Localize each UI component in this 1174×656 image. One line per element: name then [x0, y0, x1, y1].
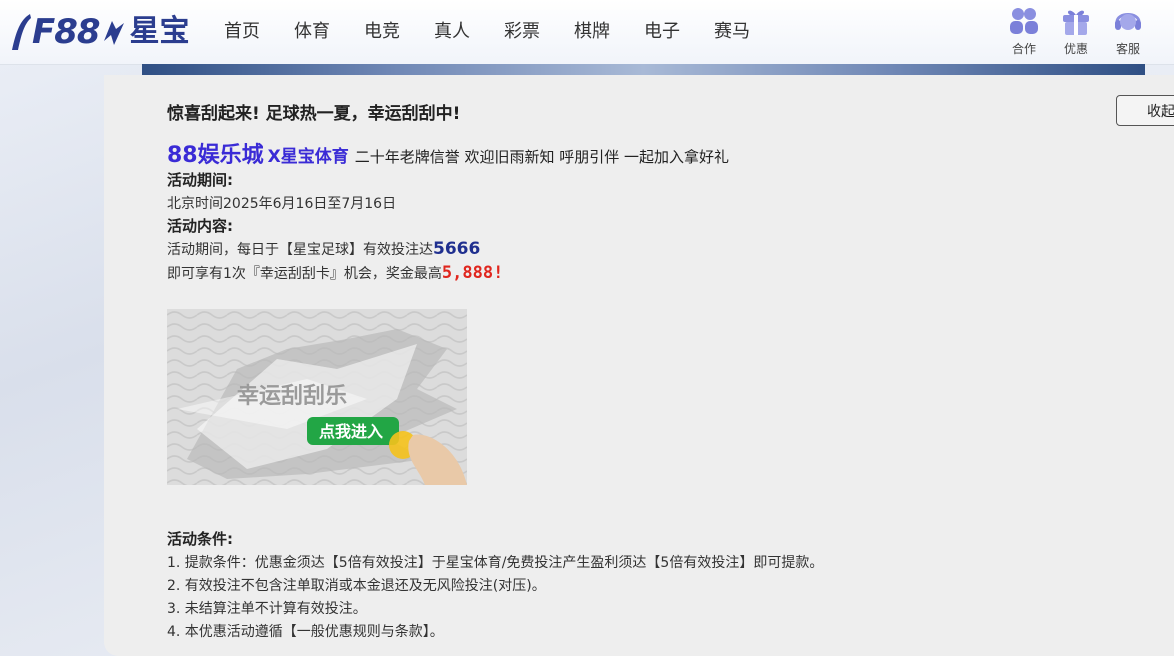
conditions-label: 活动条件: [167, 530, 233, 548]
collapse-button[interactable]: 收起 [1116, 95, 1174, 126]
promotions-button[interactable]: 优惠 [1050, 6, 1102, 57]
content-line-1: 活动期间，每日于【星宝足球】有效投注达5666 [167, 239, 480, 259]
nav-item-slots[interactable]: 电子 [644, 0, 680, 64]
condition-item-1: 1. 提款条件：优惠金须达【5倍有效投注】于星宝体育/免费投注产生盈利须达【5倍… [167, 555, 824, 571]
nav-item-sports[interactable]: 体育 [294, 0, 330, 64]
brand-tagline: 二十年老牌信誉 欢迎旧雨新知 呼朋引伴 一起加入拿好礼 [354, 148, 730, 166]
promo-title: 惊喜刮起来! 足球热一夏，幸运刮刮中! [167, 104, 461, 124]
logo-swoosh-icon [12, 14, 31, 50]
condition-item-4[interactable]: 4. 本优惠活动遵循【一般优惠规则与条款】。 [167, 621, 444, 641]
content-line-2: 即可享有1次『幸运刮刮卡』机会，奖金最高5,888! [167, 263, 503, 283]
nav-item-lottery[interactable]: 彩票 [504, 0, 540, 64]
partner-icon [1007, 6, 1041, 36]
nav-item-cards[interactable]: 棋牌 [574, 0, 610, 64]
content-line-2-text: 即可享有1次『幸运刮刮卡』机会，奖金最高 [167, 266, 442, 282]
promo-detail-panel: 惊喜刮起来! 足球热一夏，幸运刮刮中! 收起 88娱乐城 X星宝体育 二十年老牌信誉… [104, 75, 1174, 656]
max-prize-amount: 5,888! [441, 263, 504, 283]
nav-item-esports[interactable]: 电竞 [364, 0, 400, 64]
promotions-label: 优惠 [1063, 42, 1088, 56]
promo-banner-image [142, 64, 1145, 75]
card-title: 幸运刮刮乐 [237, 383, 347, 409]
customer-service-label: 客服 [1115, 42, 1140, 56]
brand-88-casino: 88娱乐城 [167, 143, 264, 168]
brand-line: 88娱乐城 X星宝体育 二十年老牌信誉 欢迎旧雨新知 呼朋引伴 一起加入拿好礼 [167, 137, 729, 169]
daily-bet-amount: 5666 [433, 239, 481, 259]
nav-item-horse-racing[interactable]: 赛马 [714, 0, 750, 64]
condition-item-3: 3. 未结算注单不计算有效投注。 [167, 601, 367, 617]
logo-star-icon [103, 21, 124, 45]
brand-xingbao-sports: X星宝体育 [267, 147, 349, 167]
gift-icon [1059, 6, 1093, 36]
period-label: 活动期间: [167, 171, 233, 189]
partner-button[interactable]: 合作 [998, 6, 1050, 57]
partner-label: 合作 [1011, 42, 1036, 56]
content-line-1-text: 活动期间，每日于【星宝足球】有效投注达 [167, 242, 433, 258]
site-logo[interactable]: F88 星宝 [10, 6, 190, 58]
logo-text: F88 [32, 12, 101, 52]
nav-item-home[interactable]: 首页 [224, 0, 260, 64]
site-header: F88 星宝 首页 体育 电竞 真人 彩票 棋牌 电子 赛马 合作 优惠 客服 [0, 0, 1174, 65]
scratch-card-banner[interactable]: 幸运刮刮乐 点我进入 [167, 309, 467, 485]
main-nav: 首页 体育 电竞 真人 彩票 棋牌 电子 赛马 [224, 0, 784, 64]
customer-service-button[interactable]: 客服 [1102, 6, 1154, 57]
logo-chinese: 星宝 [129, 14, 190, 49]
content-label: 活动内容: [167, 217, 233, 235]
headset-icon [1111, 6, 1145, 36]
header-tools: 合作 优惠 客服 [998, 6, 1154, 57]
card-enter-button[interactable]: 点我进入 [319, 422, 383, 441]
nav-item-live-casino[interactable]: 真人 [434, 0, 470, 64]
period-value: 北京时间2025年6月16日至7月16日 [167, 196, 397, 212]
condition-item-2: 2. 有效投注不包含注单取消或本金退还及无风险投注(对压)。 [167, 578, 546, 594]
